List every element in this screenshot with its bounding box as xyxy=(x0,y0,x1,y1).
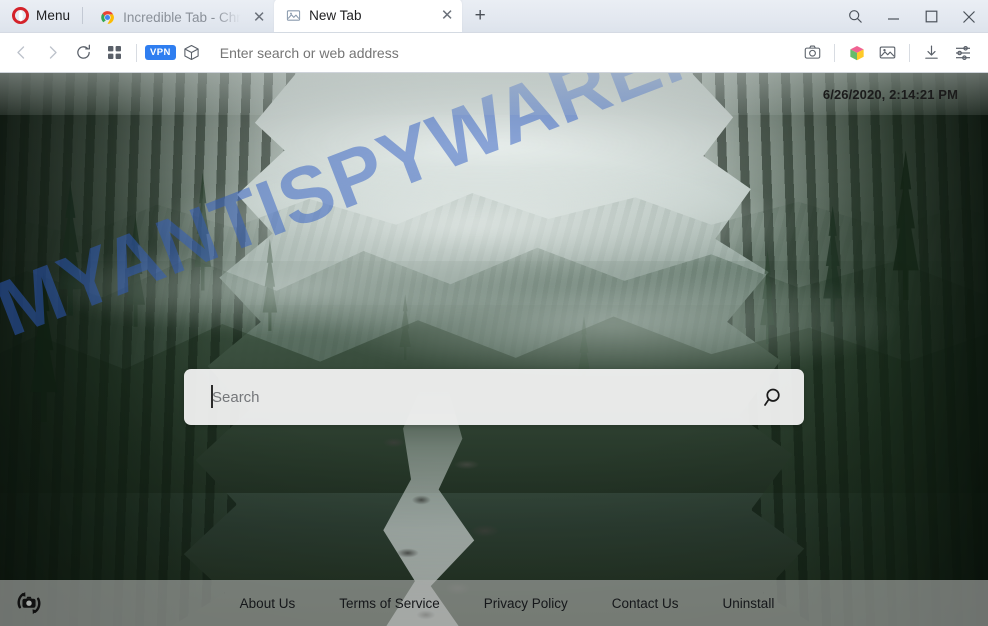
footer-link-terms-of-service[interactable]: Terms of Service xyxy=(339,596,440,611)
maximize-icon[interactable] xyxy=(912,0,950,33)
browser-toolbar: VPN xyxy=(0,33,988,73)
text-caret xyxy=(211,385,213,408)
tab-close-button[interactable]: ✕ xyxy=(251,10,267,25)
toolbar-right-icons xyxy=(797,37,978,68)
package-cube-icon[interactable] xyxy=(176,37,207,68)
minimize-icon[interactable] xyxy=(874,0,912,33)
new-tab-page: MYANTISPYWARE.COM 6/26/2020, 2:14:21 PM xyxy=(0,73,988,626)
easy-setup-icon[interactable] xyxy=(947,37,978,68)
opera-menu-button[interactable]: Menu xyxy=(8,0,80,32)
tab-title: Incredible Tab - Chrom xyxy=(123,9,243,25)
forward-arrow-icon[interactable] xyxy=(37,37,68,68)
opera-logo-icon xyxy=(12,7,29,24)
new-tab-button[interactable]: + xyxy=(465,1,495,31)
footer-link-contact-us[interactable]: Contact Us xyxy=(612,596,679,611)
browser-window: Menu Incredible Tab - Chrom ✕ New Tab ✕ xyxy=(0,0,988,626)
snapshot-camera-icon[interactable] xyxy=(797,37,828,68)
menu-divider xyxy=(82,7,84,24)
toolbar-divider xyxy=(136,43,137,62)
vpn-badge[interactable]: VPN xyxy=(145,44,176,61)
search-icon[interactable] xyxy=(836,0,874,33)
downloads-icon[interactable] xyxy=(916,37,947,68)
search-box[interactable] xyxy=(184,369,804,425)
timestamp: 6/26/2020, 2:14:21 PM xyxy=(822,86,958,102)
footer-links: About Us Terms of Service Privacy Policy… xyxy=(0,596,988,611)
page-header-bar: 6/26/2020, 2:14:21 PM xyxy=(0,73,988,115)
image-icon[interactable] xyxy=(872,37,903,68)
chrome-extension-favicon xyxy=(101,10,115,24)
tab-new-tab[interactable]: New Tab ✕ xyxy=(274,0,463,32)
window-controls xyxy=(836,0,988,33)
photo-vignette xyxy=(0,73,988,626)
extensions-cube-icon[interactable] xyxy=(841,37,872,68)
tab-incredible-tab[interactable]: Incredible Tab - Chrom ✕ xyxy=(88,2,274,32)
magnifier-icon[interactable] xyxy=(738,369,804,425)
search-input[interactable] xyxy=(184,369,738,425)
tab-title: New Tab xyxy=(309,8,362,23)
speed-dial-grid-icon[interactable] xyxy=(99,37,130,68)
tab-bar: Menu Incredible Tab - Chrom ✕ New Tab ✕ xyxy=(0,0,988,33)
reload-icon[interactable] xyxy=(68,37,99,68)
footer-link-uninstall[interactable]: Uninstall xyxy=(723,596,775,611)
footer-link-about-us[interactable]: About Us xyxy=(240,596,296,611)
tab-close-button[interactable]: ✕ xyxy=(439,8,455,23)
camera-refresh-logo-icon[interactable] xyxy=(14,588,44,618)
page-footer-bar: About Us Terms of Service Privacy Policy… xyxy=(0,580,988,626)
toolbar-divider xyxy=(834,43,835,62)
footer-link-privacy-policy[interactable]: Privacy Policy xyxy=(484,596,568,611)
broken-image-favicon xyxy=(287,10,301,21)
close-icon[interactable] xyxy=(950,0,988,33)
menu-label: Menu xyxy=(36,8,71,23)
toolbar-divider xyxy=(909,43,910,62)
back-arrow-icon[interactable] xyxy=(6,37,37,68)
address-bar-input[interactable] xyxy=(206,37,797,68)
background-photo-forest-valley xyxy=(0,73,988,626)
